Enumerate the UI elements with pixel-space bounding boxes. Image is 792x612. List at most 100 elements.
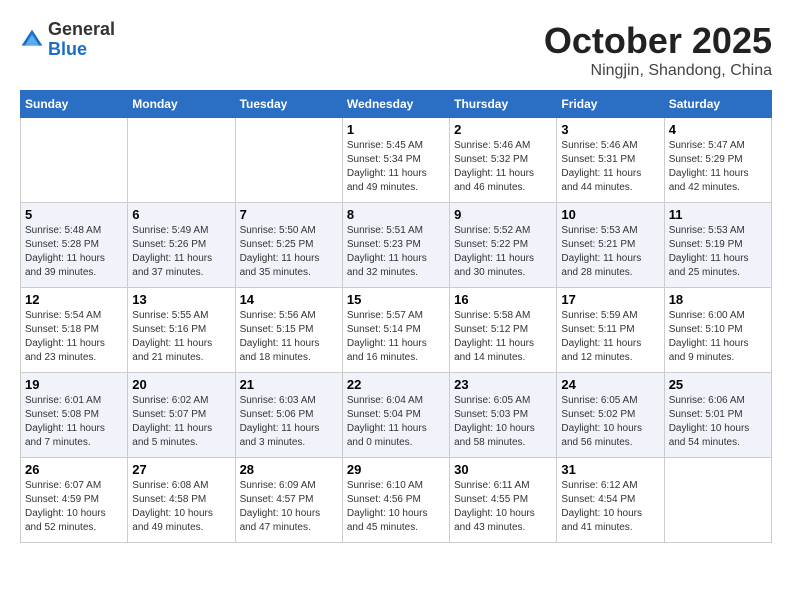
day-info: Sunrise: 5:46 AM Sunset: 5:31 PM Dayligh… bbox=[561, 139, 659, 195]
day-number: 11 bbox=[669, 207, 767, 222]
day-info: Sunrise: 6:01 AM Sunset: 5:08 PM Dayligh… bbox=[25, 394, 123, 450]
calendar-cell: 4 Sunrise: 5:47 AM Sunset: 5:29 PM Daylig… bbox=[664, 118, 771, 203]
calendar-cell: 29 Sunrise: 6:10 AM Sunset: 4:56 PM Dayli… bbox=[342, 458, 449, 543]
calendar-cell: 22Sunrise: 6:04 AM Sunset: 5:04 PM Dayli… bbox=[342, 373, 449, 458]
day-number: 10 bbox=[561, 207, 659, 222]
calendar-cell: 11 Sunrise: 5:53 AM Sunset: 5:19 PM Dayli… bbox=[664, 203, 771, 288]
calendar-cell bbox=[128, 118, 235, 203]
day-number: 7 bbox=[240, 207, 338, 222]
logo-general-text: General bbox=[48, 19, 115, 39]
title-block: October 2025 Ningjin, Shandong, China bbox=[544, 20, 772, 80]
day-info: Sunrise: 5:49 AM Sunset: 5:26 PM Dayligh… bbox=[132, 224, 230, 280]
calendar-cell: 28 Sunrise: 6:09 AM Sunset: 4:57 PM Dayli… bbox=[235, 458, 342, 543]
day-number: 29 bbox=[347, 462, 445, 477]
calendar-cell bbox=[664, 458, 771, 543]
calendar-cell: 25 Sunrise: 6:06 AM Sunset: 5:01 PM Dayli… bbox=[664, 373, 771, 458]
calendar-cell bbox=[21, 118, 128, 203]
day-info: Sunrise: 6:05 AM Sunset: 5:02 PM Dayligh… bbox=[561, 394, 659, 450]
day-number: 16 bbox=[454, 292, 552, 307]
day-number: 3 bbox=[561, 122, 659, 137]
day-number: 13 bbox=[132, 292, 230, 307]
calendar-cell: 26 Sunrise: 6:07 AM Sunset: 4:59 PM Dayli… bbox=[21, 458, 128, 543]
day-number: 23 bbox=[454, 377, 552, 392]
day-info: Sunrise: 5:54 AM Sunset: 5:18 PM Dayligh… bbox=[25, 309, 123, 365]
logo-icon bbox=[20, 28, 44, 52]
calendar-cell: 30Sunrise: 6:11 AM Sunset: 4:55 PM Dayli… bbox=[450, 458, 557, 543]
calendar-cell: 27 Sunrise: 6:08 AM Sunset: 4:58 PM Dayli… bbox=[128, 458, 235, 543]
day-header-friday: Friday bbox=[557, 91, 664, 118]
calendar-cell: 8Sunrise: 5:51 AM Sunset: 5:23 PM Daylig… bbox=[342, 203, 449, 288]
day-number: 4 bbox=[669, 122, 767, 137]
day-number: 14 bbox=[240, 292, 338, 307]
day-info: Sunrise: 5:45 AM Sunset: 5:34 PM Dayligh… bbox=[347, 139, 445, 195]
day-header-tuesday: Tuesday bbox=[235, 91, 342, 118]
day-info: Sunrise: 6:12 AM Sunset: 4:54 PM Dayligh… bbox=[561, 479, 659, 535]
calendar-cell: 2Sunrise: 5:46 AM Sunset: 5:32 PM Daylig… bbox=[450, 118, 557, 203]
calendar-cell: 21 Sunrise: 6:03 AM Sunset: 5:06 PM Dayli… bbox=[235, 373, 342, 458]
day-number: 25 bbox=[669, 377, 767, 392]
page-header: General Blue October 2025 Ningjin, Shand… bbox=[20, 20, 772, 80]
location: Ningjin, Shandong, China bbox=[544, 62, 772, 80]
day-info: Sunrise: 5:51 AM Sunset: 5:23 PM Dayligh… bbox=[347, 224, 445, 280]
day-number: 15 bbox=[347, 292, 445, 307]
day-info: Sunrise: 5:47 AM Sunset: 5:29 PM Dayligh… bbox=[669, 139, 767, 195]
calendar-cell: 1 Sunrise: 5:45 AM Sunset: 5:34 PM Daylig… bbox=[342, 118, 449, 203]
day-number: 1 bbox=[347, 122, 445, 137]
day-info: Sunrise: 6:07 AM Sunset: 4:59 PM Dayligh… bbox=[25, 479, 123, 535]
calendar-cell: 13 Sunrise: 5:55 AM Sunset: 5:16 PM Dayli… bbox=[128, 288, 235, 373]
day-header-monday: Monday bbox=[128, 91, 235, 118]
day-number: 18 bbox=[669, 292, 767, 307]
logo: General Blue bbox=[20, 20, 115, 60]
calendar-cell: 10 Sunrise: 5:53 AM Sunset: 5:21 PM Dayli… bbox=[557, 203, 664, 288]
day-info: Sunrise: 6:08 AM Sunset: 4:58 PM Dayligh… bbox=[132, 479, 230, 535]
calendar-week-3: 12 Sunrise: 5:54 AM Sunset: 5:18 PM Dayli… bbox=[21, 288, 772, 373]
calendar-cell: 18 Sunrise: 6:00 AM Sunset: 5:10 PM Dayli… bbox=[664, 288, 771, 373]
day-number: 2 bbox=[454, 122, 552, 137]
calendar-cell: 17 Sunrise: 5:59 AM Sunset: 5:11 PM Dayli… bbox=[557, 288, 664, 373]
day-number: 19 bbox=[25, 377, 123, 392]
day-number: 31 bbox=[561, 462, 659, 477]
day-header-thursday: Thursday bbox=[450, 91, 557, 118]
day-number: 28 bbox=[240, 462, 338, 477]
day-number: 27 bbox=[132, 462, 230, 477]
day-number: 6 bbox=[132, 207, 230, 222]
calendar-week-1: 1 Sunrise: 5:45 AM Sunset: 5:34 PM Daylig… bbox=[21, 118, 772, 203]
calendar-cell: 23 Sunrise: 6:05 AM Sunset: 5:03 PM Dayli… bbox=[450, 373, 557, 458]
day-info: Sunrise: 5:55 AM Sunset: 5:16 PM Dayligh… bbox=[132, 309, 230, 365]
day-info: Sunrise: 6:06 AM Sunset: 5:01 PM Dayligh… bbox=[669, 394, 767, 450]
calendar-cell: 6 Sunrise: 5:49 AM Sunset: 5:26 PM Daylig… bbox=[128, 203, 235, 288]
calendar-cell: 12 Sunrise: 5:54 AM Sunset: 5:18 PM Dayli… bbox=[21, 288, 128, 373]
day-number: 26 bbox=[25, 462, 123, 477]
calendar-cell: 20Sunrise: 6:02 AM Sunset: 5:07 PM Dayli… bbox=[128, 373, 235, 458]
day-info: Sunrise: 5:59 AM Sunset: 5:11 PM Dayligh… bbox=[561, 309, 659, 365]
day-info: Sunrise: 6:05 AM Sunset: 5:03 PM Dayligh… bbox=[454, 394, 552, 450]
day-info: Sunrise: 6:10 AM Sunset: 4:56 PM Dayligh… bbox=[347, 479, 445, 535]
calendar-cell: 5Sunrise: 5:48 AM Sunset: 5:28 PM Daylig… bbox=[21, 203, 128, 288]
calendar-week-4: 19 Sunrise: 6:01 AM Sunset: 5:08 PM Dayli… bbox=[21, 373, 772, 458]
day-info: Sunrise: 6:11 AM Sunset: 4:55 PM Dayligh… bbox=[454, 479, 552, 535]
calendar-table: SundayMondayTuesdayWednesdayThursdayFrid… bbox=[20, 90, 772, 543]
day-info: Sunrise: 5:58 AM Sunset: 5:12 PM Dayligh… bbox=[454, 309, 552, 365]
day-info: Sunrise: 5:53 AM Sunset: 5:21 PM Dayligh… bbox=[561, 224, 659, 280]
calendar-cell: 3 Sunrise: 5:46 AM Sunset: 5:31 PM Daylig… bbox=[557, 118, 664, 203]
day-info: Sunrise: 5:53 AM Sunset: 5:19 PM Dayligh… bbox=[669, 224, 767, 280]
month-title: October 2025 bbox=[544, 20, 772, 62]
calendar-cell: 16 Sunrise: 5:58 AM Sunset: 5:12 PM Dayli… bbox=[450, 288, 557, 373]
day-info: Sunrise: 6:00 AM Sunset: 5:10 PM Dayligh… bbox=[669, 309, 767, 365]
day-number: 20 bbox=[132, 377, 230, 392]
calendar-header-row: SundayMondayTuesdayWednesdayThursdayFrid… bbox=[21, 91, 772, 118]
day-info: Sunrise: 6:04 AM Sunset: 5:04 PM Dayligh… bbox=[347, 394, 445, 450]
calendar-cell: 7Sunrise: 5:50 AM Sunset: 5:25 PM Daylig… bbox=[235, 203, 342, 288]
day-number: 12 bbox=[25, 292, 123, 307]
calendar-cell: 31 Sunrise: 6:12 AM Sunset: 4:54 PM Dayli… bbox=[557, 458, 664, 543]
day-info: Sunrise: 5:52 AM Sunset: 5:22 PM Dayligh… bbox=[454, 224, 552, 280]
day-header-saturday: Saturday bbox=[664, 91, 771, 118]
day-info: Sunrise: 6:09 AM Sunset: 4:57 PM Dayligh… bbox=[240, 479, 338, 535]
day-header-sunday: Sunday bbox=[21, 91, 128, 118]
day-info: Sunrise: 6:03 AM Sunset: 5:06 PM Dayligh… bbox=[240, 394, 338, 450]
day-number: 21 bbox=[240, 377, 338, 392]
day-number: 17 bbox=[561, 292, 659, 307]
day-info: Sunrise: 5:57 AM Sunset: 5:14 PM Dayligh… bbox=[347, 309, 445, 365]
day-info: Sunrise: 5:48 AM Sunset: 5:28 PM Dayligh… bbox=[25, 224, 123, 280]
calendar-cell: 24Sunrise: 6:05 AM Sunset: 5:02 PM Dayli… bbox=[557, 373, 664, 458]
